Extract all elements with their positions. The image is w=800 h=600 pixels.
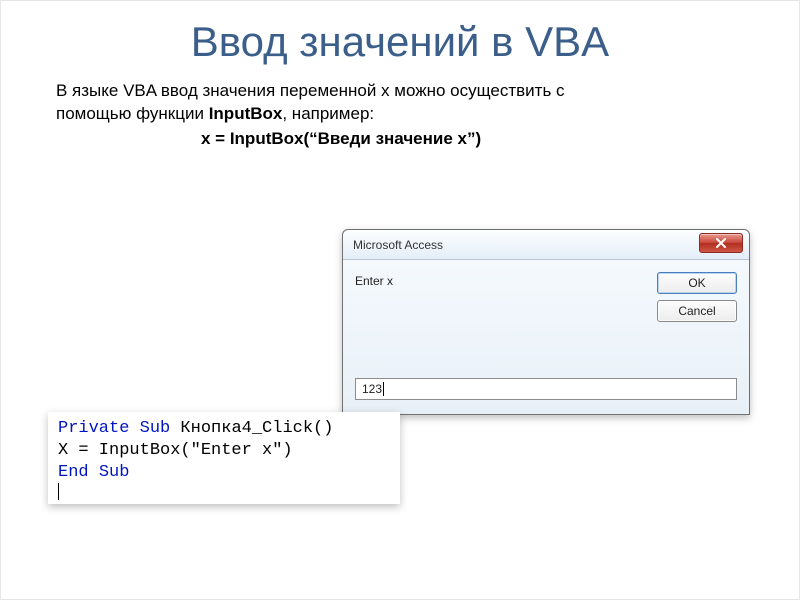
cancel-button[interactable]: Cancel xyxy=(657,300,737,322)
ok-button[interactable]: OK xyxy=(657,272,737,294)
kw-private: Private xyxy=(58,419,140,438)
close-icon xyxy=(715,238,727,248)
dialog-title: Microsoft Access xyxy=(353,238,443,252)
kw-sub: Sub xyxy=(140,419,171,438)
intro-line2-a: помощью функции xyxy=(56,104,209,123)
close-button[interactable] xyxy=(699,233,743,253)
intro-paragraph: В языке VBA ввод значения переменной x м… xyxy=(0,76,800,151)
code-body: X = InputBox("Enter x") xyxy=(58,441,293,460)
dialog-titlebar: Microsoft Access xyxy=(343,230,749,260)
intro-line2: помощью функции InputBox, например: xyxy=(56,103,744,126)
code-procname: Кнопка4_Click() xyxy=(170,419,333,438)
text-caret xyxy=(383,382,384,396)
inputbox-dialog: Microsoft Access Enter x OK Cancel 123 xyxy=(342,229,750,415)
intro-inputbox-strong: InputBox xyxy=(209,104,283,123)
intro-line1: В языке VBA ввод значения переменной x м… xyxy=(56,80,744,103)
dialog-input[interactable]: 123 xyxy=(355,378,737,400)
code-caret xyxy=(58,483,59,500)
kw-sub2: Sub xyxy=(99,463,130,482)
dialog-body: Enter x OK Cancel 123 xyxy=(343,260,749,414)
dialog-input-value: 123 xyxy=(362,382,382,396)
dialog-buttons: OK Cancel xyxy=(657,272,737,322)
slide-title: Ввод значений в VBA xyxy=(0,0,800,76)
intro-code-line: x = InputBox(“Введи значение x”) xyxy=(56,128,744,151)
code-block: Private Sub Кнопка4_Click() X = InputBox… xyxy=(48,412,400,504)
intro-line2-b: , например: xyxy=(282,104,374,123)
kw-end: End xyxy=(58,463,99,482)
